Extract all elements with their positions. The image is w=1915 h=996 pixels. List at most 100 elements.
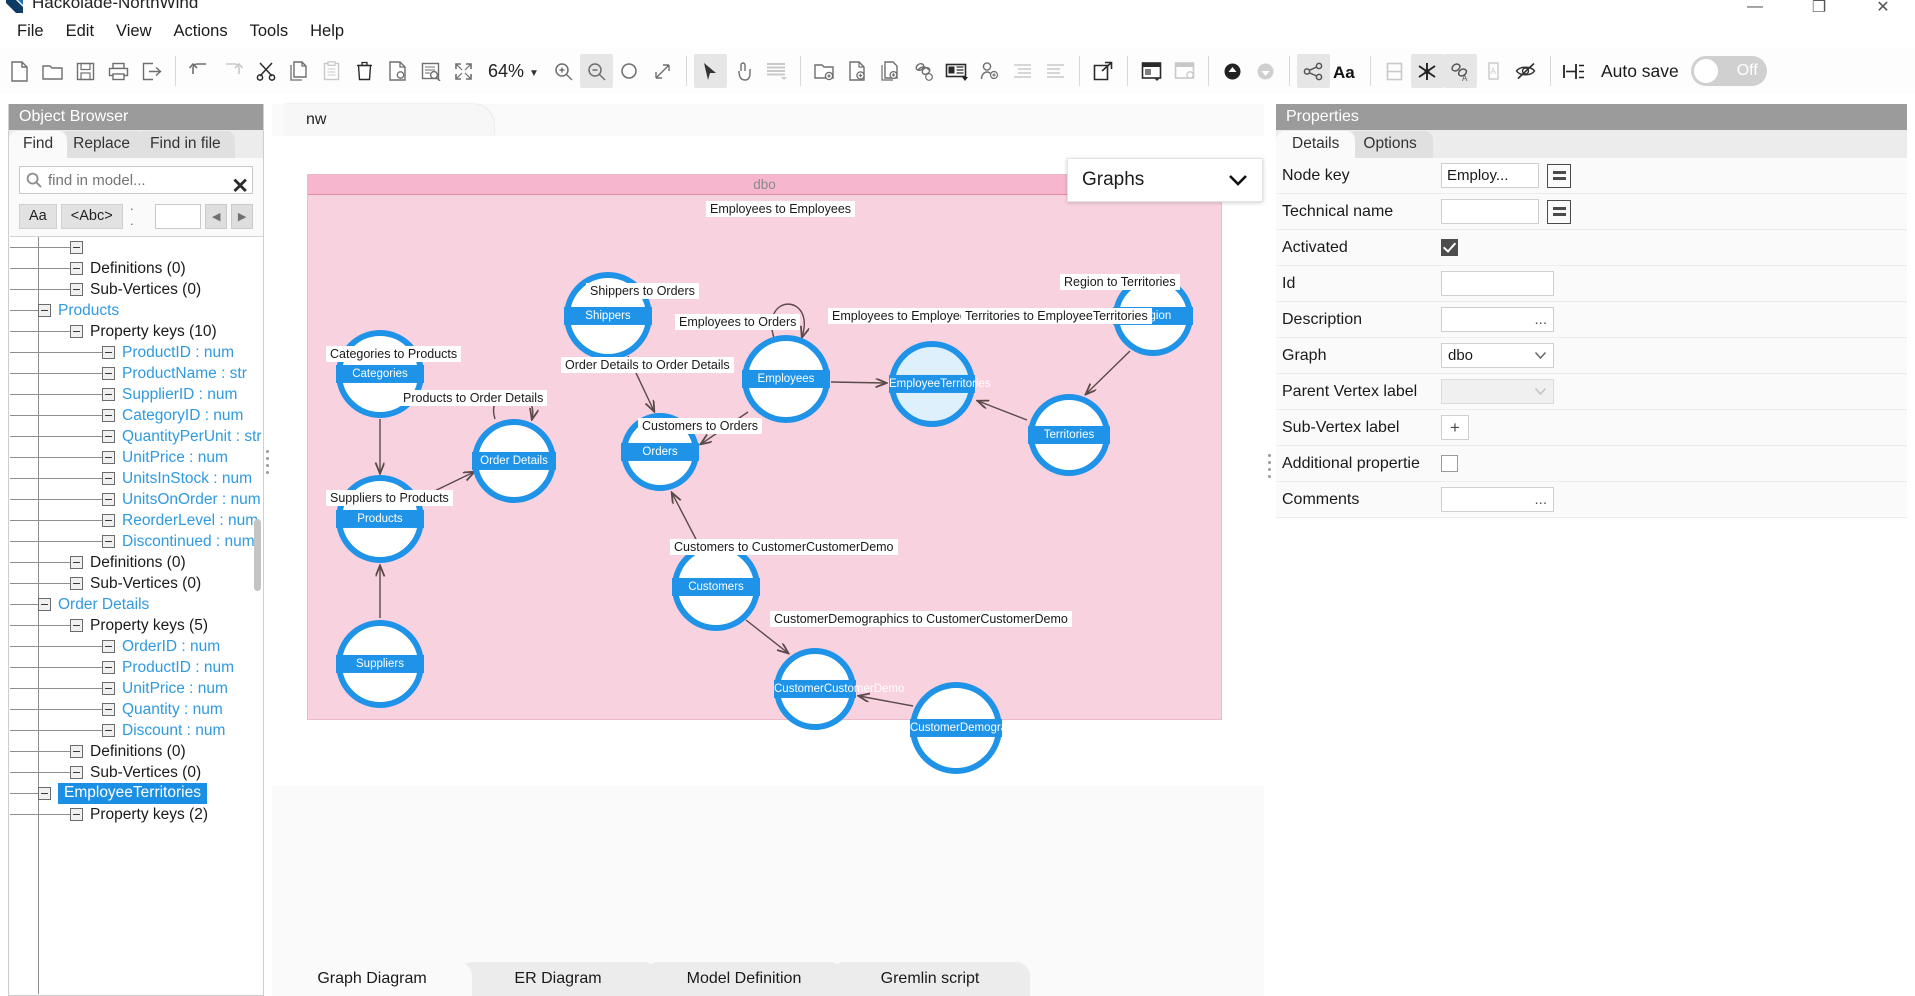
copy-icon[interactable] (282, 54, 315, 88)
tree-item[interactable]: Definitions (0) (10, 552, 263, 573)
tree-expander-icon[interactable] (102, 430, 115, 443)
list-layout-icon[interactable] (760, 54, 793, 88)
tree-expander-icon[interactable] (70, 766, 83, 779)
graph-edge-label[interactable]: Products to Order Details (399, 390, 548, 406)
tree-expander-icon[interactable] (70, 556, 83, 569)
graph-node-customers[interactable]: Customers (672, 543, 760, 631)
menu-view[interactable]: View (105, 18, 162, 45)
graph-node-custdemographics[interactable]: CustomerDemographics (910, 682, 1034, 774)
tree-item[interactable]: Sub-Vertices (0) (10, 573, 263, 594)
tree-item[interactable]: ProductID : num (10, 657, 263, 678)
property-input[interactable] (1441, 199, 1539, 224)
graph-edge-label[interactable]: Customers to Orders (638, 418, 763, 434)
tree-expander-icon[interactable] (102, 493, 115, 506)
redo-icon[interactable] (216, 54, 249, 88)
tree-item[interactable]: Products (10, 300, 263, 321)
tree-item[interactable]: UnitPrice : num (10, 447, 263, 468)
tree-expander-icon[interactable] (70, 619, 83, 632)
autosave-toggle[interactable]: Off (1690, 56, 1767, 86)
property-input[interactable] (1441, 271, 1554, 296)
tab-find-in-file[interactable]: Find in file (136, 131, 235, 158)
tab-details[interactable]: Details (1276, 131, 1356, 158)
table-layout-icon[interactable] (1378, 54, 1411, 88)
graph-canvas[interactable]: Graphs dbo Shippers Categories Employees… (272, 136, 1264, 786)
whole-word-button[interactable]: <Abc> (60, 203, 123, 229)
tree-item[interactable]: Property keys (5) (10, 615, 263, 636)
equals-menu-icon[interactable] (1547, 163, 1571, 188)
tree-item[interactable]: QuantityPerUnit : str (10, 426, 263, 447)
property-expand-button[interactable]: ... (1441, 307, 1554, 332)
auto-layout-icon[interactable] (1410, 54, 1444, 88)
tab-replace[interactable]: Replace (59, 131, 145, 158)
tree-item[interactable]: SupplierID : num (10, 384, 263, 405)
menu-actions[interactable]: Actions (163, 18, 239, 45)
pointer-select-icon[interactable] (693, 54, 727, 88)
tree-expander-icon[interactable] (38, 304, 51, 317)
tree-item[interactable]: EmployeeTerritories (10, 783, 263, 804)
tab-gremlin-script[interactable]: Gremlin script (830, 962, 1030, 996)
find-next-button[interactable]: ▶ (231, 203, 253, 229)
tab-graph-diagram[interactable]: Graph Diagram (272, 962, 472, 996)
relationship-label-icon[interactable]: A (1443, 54, 1477, 88)
outdent-icon[interactable] (1039, 54, 1072, 88)
open-folder-icon[interactable] (36, 54, 69, 88)
hide-eye-icon[interactable] (1510, 54, 1543, 88)
graph-container-dbo[interactable]: dbo Shippers Categories Employees Employ… (307, 174, 1222, 774)
graph-edge-label[interactable]: Employees to Orders (675, 314, 801, 330)
graph-edge-label[interactable]: Region to Territories (1060, 274, 1180, 290)
hand-pan-icon[interactable] (727, 54, 760, 88)
menu-help[interactable]: Help (299, 18, 355, 45)
zoom-in-icon[interactable] (547, 54, 580, 88)
graph-edge-label[interactable]: Customers to CustomerCustomerDemo (670, 539, 898, 555)
model-tree[interactable]: Definitions (0) Sub-Vertices (0) Products P… (10, 236, 263, 994)
open-external-icon[interactable] (1087, 54, 1120, 88)
graph-node-territories[interactable]: Territories (1028, 394, 1110, 476)
tree-expander-icon[interactable] (102, 661, 115, 674)
tree-expander-icon[interactable] (102, 451, 115, 464)
tree-item[interactable]: ProductName : str (10, 363, 263, 384)
delete-trash-icon[interactable] (348, 54, 381, 88)
property-checkbox[interactable] (1441, 455, 1458, 472)
tab-model-definition[interactable]: Model Definition (644, 962, 844, 996)
tree-item[interactable]: UnitsInStock : num (10, 468, 263, 489)
indent-icon[interactable] (1006, 54, 1039, 88)
property-select[interactable] (1441, 379, 1554, 404)
match-count-field[interactable] (155, 203, 202, 229)
match-case-button[interactable]: Aa (19, 203, 57, 229)
zoom-to-fit-icon[interactable] (646, 54, 679, 88)
graph-share-icon[interactable] (1296, 54, 1330, 88)
tree-item[interactable]: Property keys (10) (10, 321, 263, 342)
expand-all-icon[interactable] (1249, 54, 1282, 88)
graph-edge-label[interactable]: Employees to Employees (706, 201, 856, 217)
graph-edge-label[interactable]: Suppliers to Products (326, 490, 453, 506)
tree-item[interactable]: UnitsOnOrder : num (10, 489, 263, 510)
add-container-icon[interactable] (808, 54, 841, 88)
paste-special-icon[interactable] (381, 54, 414, 88)
zoom-reset-icon[interactable] (613, 54, 646, 88)
tree-expander-icon[interactable] (70, 745, 83, 758)
diagram-window-icon[interactable] (1135, 54, 1168, 88)
tree-scrollbar-thumb[interactable] (254, 519, 261, 591)
undo-icon[interactable] (183, 54, 216, 88)
search-input[interactable] (48, 171, 246, 189)
property-checkbox[interactable] (1441, 239, 1458, 256)
graph-edge-label[interactable]: Shippers to Orders (586, 283, 699, 299)
tree-item[interactable]: Discontinued : num (10, 531, 263, 552)
graph-node-suppliers[interactable]: Suppliers (336, 620, 424, 708)
fit-screen-icon[interactable] (447, 54, 480, 88)
tree-expander-icon[interactable] (38, 598, 51, 611)
tree-expander-icon[interactable] (102, 640, 115, 653)
annotation-icon[interactable]: A (1477, 54, 1510, 88)
tree-expander-icon[interactable] (70, 325, 83, 338)
export-icon[interactable] (135, 54, 168, 88)
tree-item[interactable]: Discount : num (10, 720, 263, 741)
tree-item[interactable]: CategoryID : num (10, 405, 263, 426)
graph-node-custcustdemo[interactable]: CustomerCustomerDemo (774, 648, 904, 730)
tree-item[interactable]: Order Details (10, 594, 263, 615)
tab-find[interactable]: Find (9, 131, 68, 158)
add-entity-icon[interactable] (841, 54, 874, 88)
tree-expander-icon[interactable] (70, 241, 83, 254)
add-note-icon[interactable] (940, 54, 973, 88)
tree-expander-icon[interactable] (102, 388, 115, 401)
menu-tools[interactable]: Tools (239, 18, 300, 45)
